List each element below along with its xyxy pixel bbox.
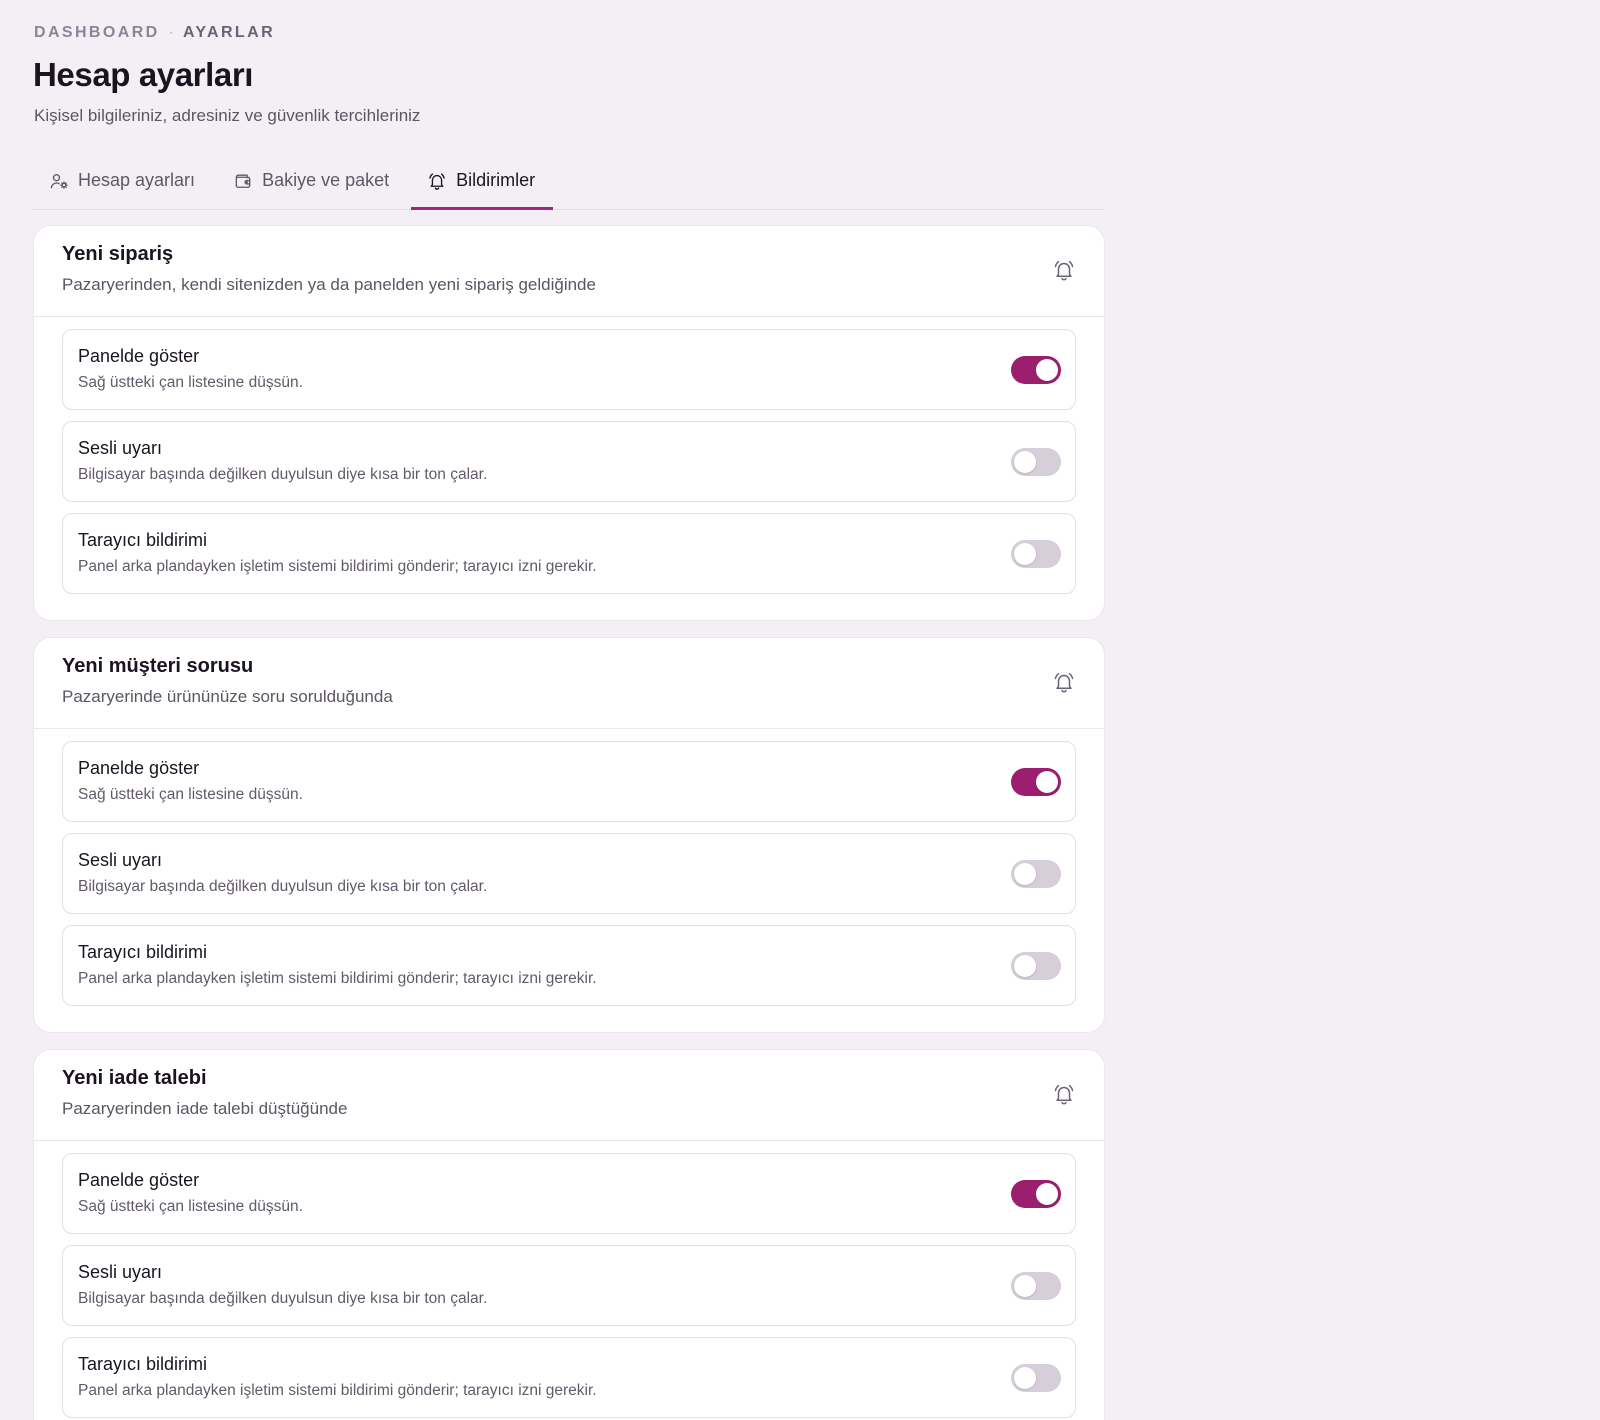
breadcrumb: DASHBOARD · AYARLAR bbox=[34, 24, 275, 42]
notification-card-customer-question: Yeni müşteri sorusu Pazaryerinde ürününü… bbox=[33, 637, 1105, 1033]
setting-description: Panel arka plandayken işletim sistemi bi… bbox=[78, 1382, 597, 1399]
setting-row-panel: Panelde göster Sağ üstteki çan listesine… bbox=[62, 741, 1076, 822]
setting-title: Tarayıcı bildirimi bbox=[78, 942, 208, 962]
browser-toggle[interactable] bbox=[1011, 952, 1061, 980]
setting-row-sound: Sesli uyarı Bilgisayar başında değilken … bbox=[62, 1245, 1076, 1326]
toggle-knob bbox=[1014, 955, 1036, 977]
notification-card-return-request: Yeni iade talebi Pazaryerinden iade tale… bbox=[33, 1049, 1105, 1420]
user-gear-icon bbox=[50, 173, 68, 189]
setting-description: Sağ üstteki çan listesine düşsün. bbox=[78, 1198, 303, 1215]
sound-toggle[interactable] bbox=[1011, 448, 1061, 476]
browser-toggle[interactable] bbox=[1011, 1364, 1061, 1392]
tab-label: Hesap ayarları bbox=[78, 170, 196, 190]
breadcrumb-separator: · bbox=[168, 24, 174, 41]
tab-notifications[interactable]: Bildirimler bbox=[411, 158, 554, 210]
setting-title: Tarayıcı bildirimi bbox=[78, 1354, 208, 1374]
toggle-knob bbox=[1014, 451, 1036, 473]
card-title: Yeni sipariş bbox=[62, 243, 174, 265]
setting-title: Sesli uyarı bbox=[78, 438, 163, 458]
card-description: Pazaryerinden, kendi sitenizden ya da pa… bbox=[62, 275, 596, 294]
page-title: Hesap ayarları bbox=[33, 56, 254, 93]
setting-row-browser: Tarayıcı bildirimi Panel arka plandayken… bbox=[62, 1337, 1076, 1418]
setting-title: Panelde göster bbox=[78, 1170, 200, 1190]
setting-rows: Panelde göster Sağ üstteki çan listesine… bbox=[34, 729, 1104, 1006]
bell-icon bbox=[1054, 260, 1074, 281]
card-title: Yeni müşteri sorusu bbox=[62, 655, 254, 677]
card-header: Yeni sipariş Pazaryerinden, kendi siteni… bbox=[34, 226, 1104, 317]
card-header: Yeni iade talebi Pazaryerinden iade tale… bbox=[34, 1050, 1104, 1141]
toggle-knob bbox=[1014, 1367, 1036, 1389]
setting-title: Sesli uyarı bbox=[78, 1262, 163, 1282]
toggle-knob bbox=[1014, 863, 1036, 885]
setting-rows: Panelde göster Sağ üstteki çan listesine… bbox=[34, 317, 1104, 594]
setting-rows: Panelde göster Sağ üstteki çan listesine… bbox=[34, 1141, 1104, 1418]
breadcrumb-root[interactable]: DASHBOARD bbox=[34, 24, 160, 42]
bell-icon bbox=[1054, 672, 1074, 693]
panel-toggle[interactable] bbox=[1011, 768, 1061, 796]
toggle-knob bbox=[1014, 1275, 1036, 1297]
tab-bar: Hesap ayarları Bakiye ve paket Bildiriml… bbox=[33, 158, 1105, 210]
setting-description: Sağ üstteki çan listesine düşsün. bbox=[78, 374, 303, 391]
wallet-icon bbox=[235, 174, 251, 188]
setting-row-browser: Tarayıcı bildirimi Panel arka plandayken… bbox=[62, 925, 1076, 1006]
notification-card-new-order: Yeni sipariş Pazaryerinden, kendi siteni… bbox=[33, 225, 1105, 621]
setting-row-sound: Sesli uyarı Bilgisayar başında değilken … bbox=[62, 833, 1076, 914]
setting-description: Sağ üstteki çan listesine düşsün. bbox=[78, 786, 303, 803]
setting-description: Panel arka plandayken işletim sistemi bi… bbox=[78, 558, 597, 575]
setting-description: Panel arka plandayken işletim sistemi bi… bbox=[78, 970, 597, 987]
toggle-knob bbox=[1014, 543, 1036, 565]
setting-row-panel: Panelde göster Sağ üstteki çan listesine… bbox=[62, 329, 1076, 410]
toggle-knob bbox=[1036, 1183, 1058, 1205]
sound-toggle[interactable] bbox=[1011, 860, 1061, 888]
card-title: Yeni iade talebi bbox=[62, 1067, 207, 1089]
tab-account-settings[interactable]: Hesap ayarları bbox=[33, 158, 213, 209]
card-header: Yeni müşteri sorusu Pazaryerinde ürününü… bbox=[34, 638, 1104, 729]
tab-label: Bakiye ve paket bbox=[262, 170, 390, 190]
setting-title: Sesli uyarı bbox=[78, 850, 163, 870]
breadcrumb-current: AYARLAR bbox=[182, 24, 276, 41]
toggle-knob bbox=[1036, 771, 1058, 793]
setting-row-browser: Tarayıcı bildirimi Panel arka plandayken… bbox=[62, 513, 1076, 594]
panel-toggle[interactable] bbox=[1011, 1180, 1061, 1208]
panel-toggle[interactable] bbox=[1011, 356, 1061, 384]
settings-page: DASHBOARD · AYARLAR Hesap ayarları Kişis… bbox=[0, 0, 1600, 1420]
bell-icon bbox=[429, 172, 445, 190]
toggle-knob bbox=[1036, 359, 1058, 381]
setting-description: Bilgisayar başında değilken duyulsun diy… bbox=[78, 1290, 488, 1307]
browser-toggle[interactable] bbox=[1011, 540, 1061, 568]
setting-title: Panelde göster bbox=[78, 758, 200, 778]
card-description: Pazaryerinden iade talebi düştüğünde bbox=[62, 1099, 348, 1118]
page-subtitle: Kişisel bilgileriniz, adresiniz ve güven… bbox=[34, 106, 421, 125]
setting-row-sound: Sesli uyarı Bilgisayar başında değilken … bbox=[62, 421, 1076, 502]
card-description: Pazaryerinde ürününüze soru sorulduğunda bbox=[62, 687, 393, 706]
bell-icon bbox=[1054, 1084, 1074, 1105]
setting-row-panel: Panelde göster Sağ üstteki çan listesine… bbox=[62, 1153, 1076, 1234]
setting-title: Tarayıcı bildirimi bbox=[78, 530, 208, 550]
setting-description: Bilgisayar başında değilken duyulsun diy… bbox=[78, 878, 488, 895]
tab-balance-package[interactable]: Bakiye ve paket bbox=[217, 158, 407, 209]
sound-toggle[interactable] bbox=[1011, 1272, 1061, 1300]
tab-label: Bildirimler bbox=[456, 170, 536, 190]
setting-description: Bilgisayar başında değilken duyulsun diy… bbox=[78, 466, 488, 483]
setting-title: Panelde göster bbox=[78, 346, 200, 366]
